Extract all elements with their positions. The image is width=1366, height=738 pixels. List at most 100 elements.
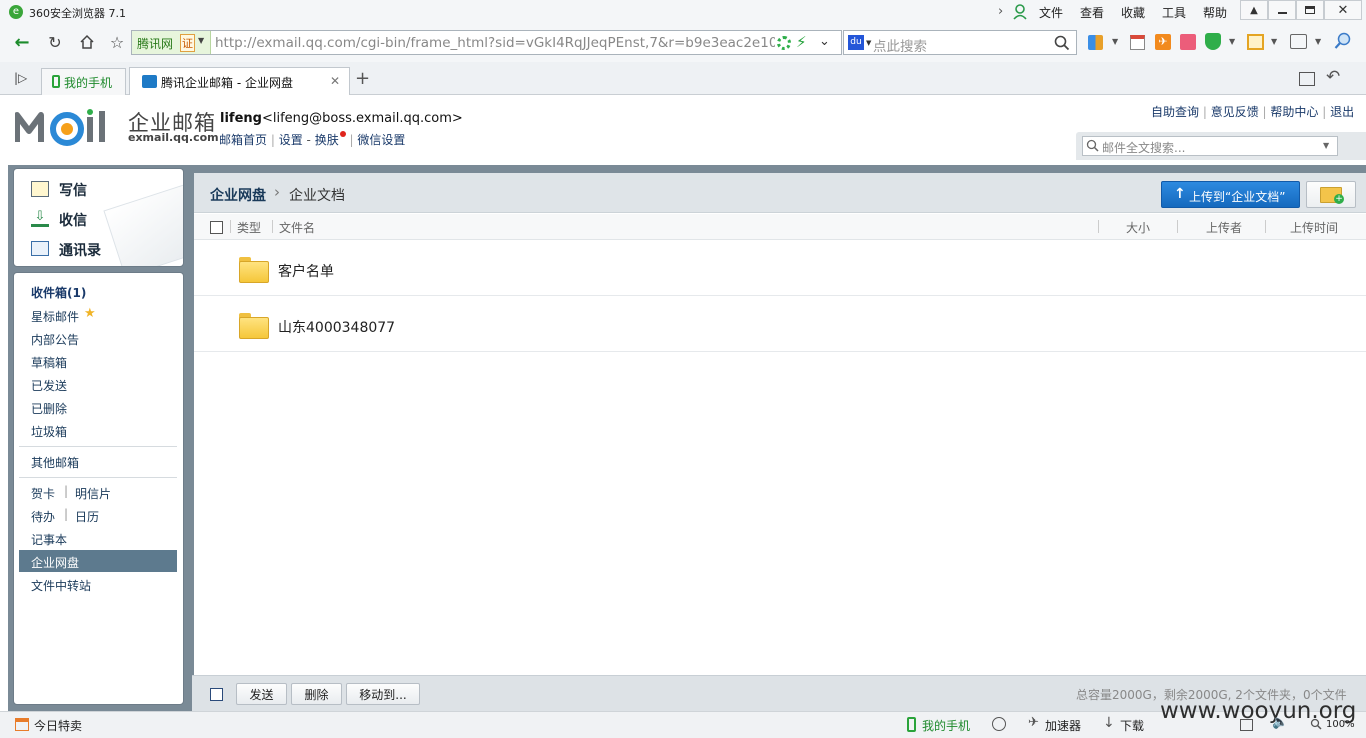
chevron-down-icon[interactable]: ▼	[1229, 37, 1235, 46]
gift-icon[interactable]	[1180, 34, 1196, 50]
tab-my-phone[interactable]: 我的手机	[41, 68, 126, 95]
baidu-icon[interactable]: du	[848, 35, 864, 50]
search-box[interactable]: du ▼ 点此搜索	[843, 30, 1077, 55]
grid-icon[interactable]	[1247, 34, 1264, 50]
folder-spam[interactable]: 垃圾箱	[31, 423, 67, 440]
volume-icon[interactable]: 🔈	[1272, 715, 1288, 730]
delete-button[interactable]: 删除	[291, 683, 342, 705]
file-name[interactable]: 山东4000348077	[278, 317, 395, 337]
sidebar-toggle-icon[interactable]: |▷	[14, 71, 27, 85]
upload-button[interactable]: ↑ 上传到“企业文档”	[1161, 181, 1300, 208]
footer-select-checkbox[interactable]	[210, 688, 223, 701]
minimize-icon[interactable]	[1268, 0, 1296, 20]
file-name[interactable]: 客户名单	[278, 261, 334, 281]
user-icon[interactable]	[1013, 4, 1027, 20]
status-my-phone[interactable]: 我的手机	[922, 717, 970, 734]
address-bar[interactable]: 腾讯网 证 ▼ http://exmail.qq.com/cgi-bin/fra…	[131, 30, 842, 55]
refresh-icon[interactable]: ↻	[44, 31, 66, 53]
chevron-down-icon[interactable]: ▼	[1323, 141, 1329, 150]
chevron-down-icon[interactable]: ▼	[1271, 37, 1277, 46]
lightning-icon[interactable]: ⚡	[796, 33, 807, 51]
apps-icon[interactable]	[1088, 35, 1103, 50]
col-size[interactable]: 大小	[1126, 219, 1150, 236]
link-skin[interactable]: 换肤	[315, 133, 339, 147]
url-text[interactable]: http://exmail.qq.com/cgi-bin/frame_html?…	[215, 35, 775, 51]
daily-deal-link[interactable]: 今日特卖	[34, 717, 82, 734]
breadcrumb-root[interactable]: 企业网盘	[210, 185, 266, 205]
magnifier-icon[interactable]	[1334, 32, 1352, 50]
tab-exmail-netdisk[interactable]: 腾讯企业邮箱 - 企业网盘 ✕	[129, 67, 350, 96]
plane-icon[interactable]: ✈	[1155, 34, 1171, 50]
app-greeting-card[interactable]: 贺卡	[31, 485, 55, 502]
app-file-transfer[interactable]: 文件中转站	[31, 577, 91, 594]
link-mail-home[interactable]: 邮箱首页	[219, 133, 267, 147]
tab-close-icon[interactable]: ✕	[330, 74, 340, 88]
menu-view[interactable]: 查看	[1080, 4, 1104, 21]
select-all-checkbox[interactable]	[210, 221, 223, 234]
mail-search-input[interactable]: 邮件全文搜索... ▼	[1082, 136, 1338, 156]
app-notes[interactable]: 记事本	[31, 531, 67, 548]
move-to-button[interactable]: 移动到...	[346, 683, 420, 705]
compose-button[interactable]: 写信	[59, 180, 87, 200]
new-folder-button[interactable]: +	[1306, 181, 1356, 208]
cert-badge[interactable]: 腾讯网 证 ▼	[132, 31, 211, 54]
zoom-icon[interactable]	[1310, 718, 1322, 730]
search-placeholder[interactable]: 点此搜索	[873, 35, 927, 55]
zoom-level[interactable]: 100%	[1326, 719, 1355, 730]
tab-list-icon[interactable]	[1299, 72, 1315, 86]
close-icon[interactable]: ✕	[1324, 0, 1362, 20]
search-icon[interactable]	[1054, 35, 1070, 51]
image-icon[interactable]	[1290, 34, 1307, 49]
folder-inbox[interactable]: 收件箱(1)	[31, 284, 86, 301]
app-netdisk-active[interactable]: 企业网盘	[19, 550, 177, 572]
menu-tools[interactable]: 工具	[1162, 4, 1186, 21]
star-icon[interactable]: ☆	[106, 31, 128, 53]
home-icon[interactable]	[76, 31, 98, 53]
contacts-button[interactable]: 通讯录	[59, 240, 101, 260]
undo-icon[interactable]: ↶	[1326, 67, 1340, 87]
status-accelerator[interactable]: 加速器	[1045, 717, 1081, 734]
back-icon[interactable]: ←	[11, 31, 33, 53]
app-todo[interactable]: 待办	[31, 508, 55, 525]
clock-icon[interactable]	[992, 717, 1006, 731]
link-settings[interactable]: 设置	[279, 133, 303, 147]
folder-drafts[interactable]: 草稿箱	[31, 354, 67, 371]
search-engine-chevron-icon[interactable]: ▼	[866, 39, 871, 47]
app-calendar[interactable]: 日历	[75, 508, 99, 525]
menu-help[interactable]: 帮助	[1203, 4, 1227, 21]
col-uploader[interactable]: 上传者	[1206, 219, 1242, 236]
skin-icon[interactable]: ▲	[1240, 0, 1268, 20]
chevron-right-icon[interactable]: ›	[998, 4, 1003, 19]
link-logout[interactable]: 退出	[1330, 105, 1354, 119]
chevron-down-icon[interactable]: ▼	[1112, 37, 1118, 46]
menu-favorites[interactable]: 收藏	[1121, 4, 1145, 21]
receive-button[interactable]: 收信	[59, 210, 87, 230]
send-button[interactable]: 发送	[236, 683, 287, 705]
link-self-service[interactable]: 自助查询	[1151, 105, 1199, 119]
shield-icon[interactable]	[1205, 33, 1221, 50]
maximize-icon[interactable]	[1296, 0, 1324, 20]
folder-sent[interactable]: 已发送	[31, 377, 67, 394]
calendar-icon[interactable]	[1130, 35, 1145, 50]
window-icon[interactable]	[1240, 719, 1253, 731]
link-wechat-settings[interactable]: 微信设置	[357, 133, 405, 147]
mail-logo[interactable]	[14, 109, 125, 147]
folder-announcements[interactable]: 内部公告	[31, 331, 79, 348]
link-feedback[interactable]: 意见反馈	[1211, 105, 1259, 119]
menu-file[interactable]: 文件	[1039, 4, 1063, 21]
folder-deleted[interactable]: 已删除	[31, 400, 67, 417]
new-tab-icon[interactable]: +	[355, 68, 370, 89]
status-download[interactable]: 下载	[1120, 717, 1144, 734]
chevron-down-icon[interactable]: ⌄	[819, 34, 830, 49]
link-help-center[interactable]: 帮助中心	[1270, 105, 1318, 119]
col-upload-time[interactable]: 上传时间	[1290, 219, 1338, 236]
col-type[interactable]: 类型	[237, 219, 261, 236]
table-row[interactable]: 客户名单	[194, 240, 1366, 296]
col-filename[interactable]: 文件名	[279, 219, 315, 236]
loading-icon[interactable]	[777, 36, 791, 50]
table-row[interactable]: 山东4000348077	[194, 296, 1366, 352]
folder-other-mailbox[interactable]: 其他邮箱	[31, 454, 79, 471]
folder-starred[interactable]: 星标邮件	[31, 308, 79, 325]
app-postcard[interactable]: 明信片	[75, 485, 111, 502]
chevron-down-icon[interactable]: ▼	[1315, 37, 1321, 46]
